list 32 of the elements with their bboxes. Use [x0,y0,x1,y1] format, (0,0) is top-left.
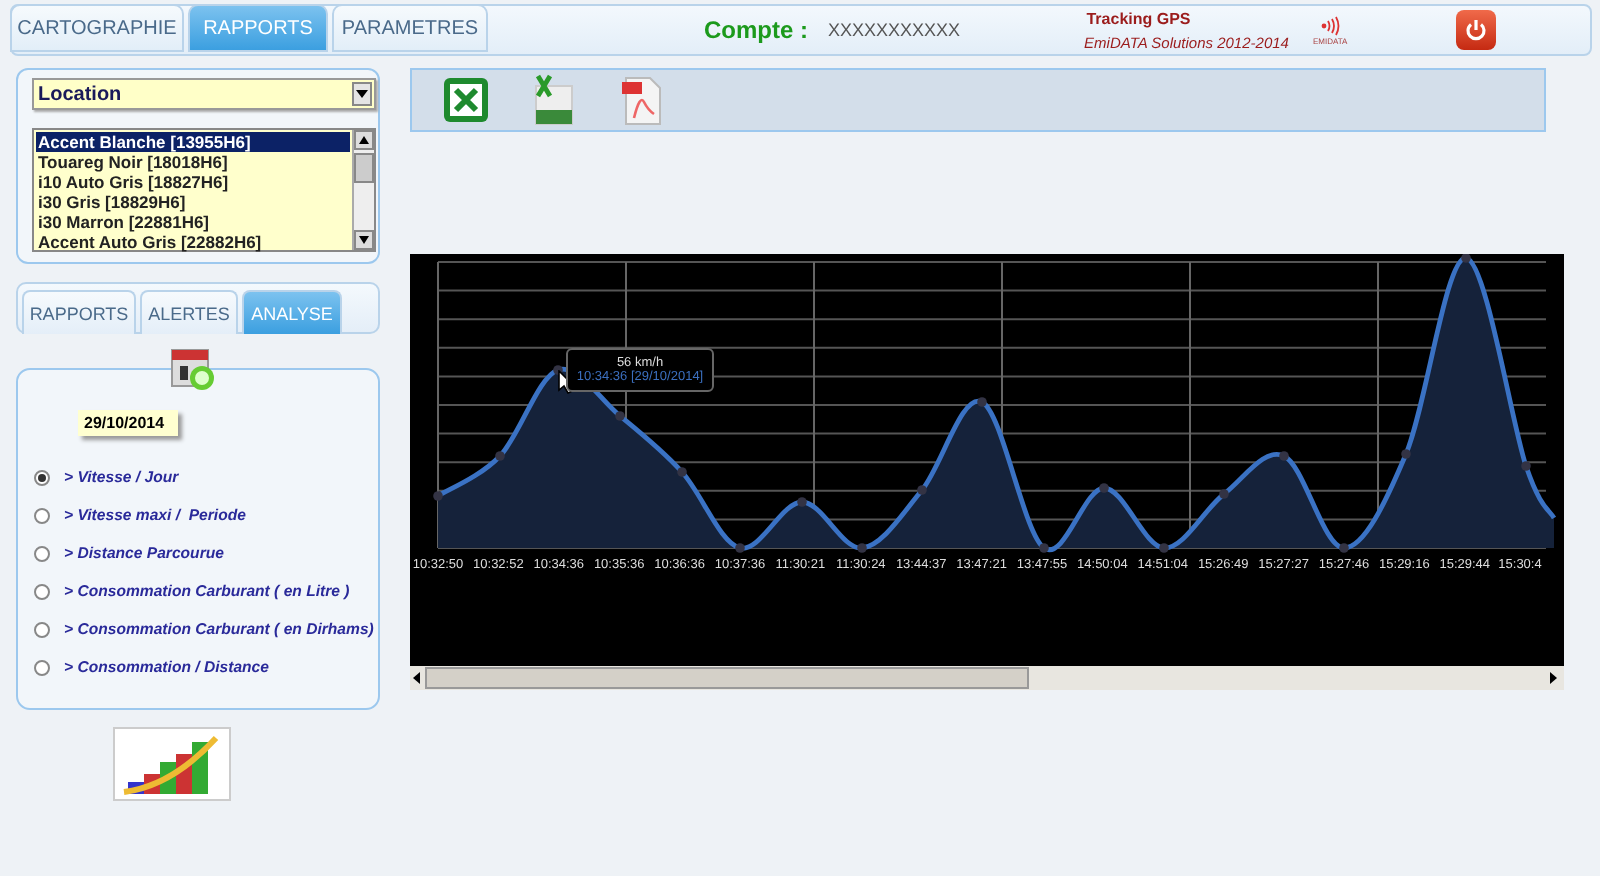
radio-button[interactable] [34,621,50,637]
app-title: Tracking GPS [1086,9,1191,27]
account-value: XXXXXXXXXXX [828,20,961,40]
radio-button[interactable] [34,659,50,675]
nav-tab[interactable]: PARAMETRES [332,4,488,52]
vehicle-list-item[interactable]: i10 Auto Gris [18827H6] [36,172,350,192]
export-button[interactable] [440,74,492,126]
horizontal-scrollbar[interactable] [410,666,1564,690]
date-field[interactable]: 29/10/2014 [78,410,178,436]
power-icon [1463,18,1488,42]
nav-tab[interactable]: CARTOGRAPHIE [10,4,184,52]
growth-chart-icon[interactable] [112,726,232,802]
caret-icon [356,90,368,98]
vehicle-list-item[interactable]: Touareg Noir [18018H6] [36,152,350,172]
report-tab[interactable]: ALERTES [140,290,238,334]
csv-file-icon [532,74,576,126]
vehicle-list-item[interactable]: Accent Blanche [13955H6] [36,132,350,152]
radio-button[interactable] [34,507,50,523]
calendar-icon[interactable] [170,344,218,392]
signal-waves-icon [1320,15,1341,35]
radio-button[interactable] [34,545,50,561]
pdf-file-icon [620,74,664,126]
vehicle-list-item[interactable]: i30 Marron [22881H6] [36,212,350,232]
power-button[interactable] [1455,10,1496,50]
radio-button[interactable] [34,583,50,599]
radio-button[interactable] [34,469,50,485]
vehicle-group-dropdown[interactable]: Location [32,78,376,110]
vehicle-list-item[interactable]: Accent Auto Gris [22882H6] [36,232,350,252]
spreadsheet-icon [442,76,490,124]
account-label: Compte : [704,16,808,44]
report-tab[interactable]: RAPPORTS [22,290,136,334]
vehicle-list-item[interactable]: i30 Gris [18829H6] [36,192,350,212]
